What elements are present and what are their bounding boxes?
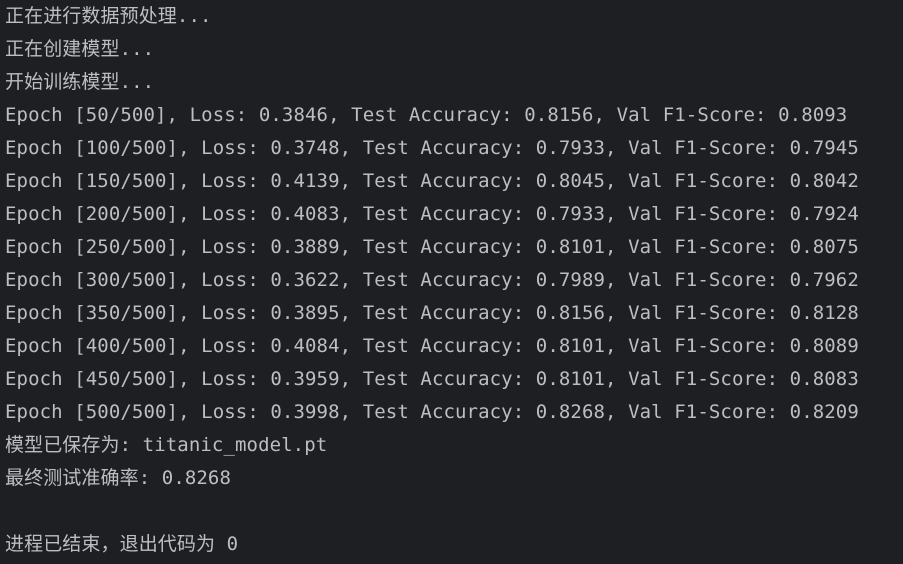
console-line-epoch: Epoch [350/500], Loss: 0.3895, Test Accu… [5, 302, 859, 324]
console-line-epoch: Epoch [450/500], Loss: 0.3959, Test Accu… [5, 368, 859, 390]
console-line-epoch: Epoch [400/500], Loss: 0.4084, Test Accu… [5, 335, 859, 357]
console-line-final-accuracy: 最终测试准确率: 0.8268 [5, 467, 232, 489]
console-line-epoch: Epoch [250/500], Loss: 0.3889, Test Accu… [5, 236, 859, 258]
console-line-creating-model: 正在创建模型... [5, 38, 155, 60]
console-line-epoch: Epoch [500/500], Loss: 0.3998, Test Accu… [5, 401, 859, 423]
console-line-epoch: Epoch [50/500], Loss: 0.3846, Test Accur… [5, 104, 848, 126]
console-line-process-exit: 进程已结束，退出代码为 0 [5, 533, 239, 555]
console-line-epoch: Epoch [150/500], Loss: 0.4139, Test Accu… [5, 170, 859, 192]
console-line-start-training: 开始训练模型... [5, 71, 155, 93]
console-line-epoch: Epoch [100/500], Loss: 0.3748, Test Accu… [5, 137, 859, 159]
console-line-epoch: Epoch [300/500], Loss: 0.3622, Test Accu… [5, 269, 859, 291]
console-line-model-saved: 模型已保存为: titanic_model.pt [5, 434, 328, 456]
console-output[interactable]: 正在进行数据预处理... 正在创建模型... 开始训练模型... Epoch [… [0, 0, 903, 564]
console-line-preprocessing: 正在进行数据预处理... [5, 5, 212, 27]
console-line-epoch: Epoch [200/500], Loss: 0.4083, Test Accu… [5, 203, 859, 225]
